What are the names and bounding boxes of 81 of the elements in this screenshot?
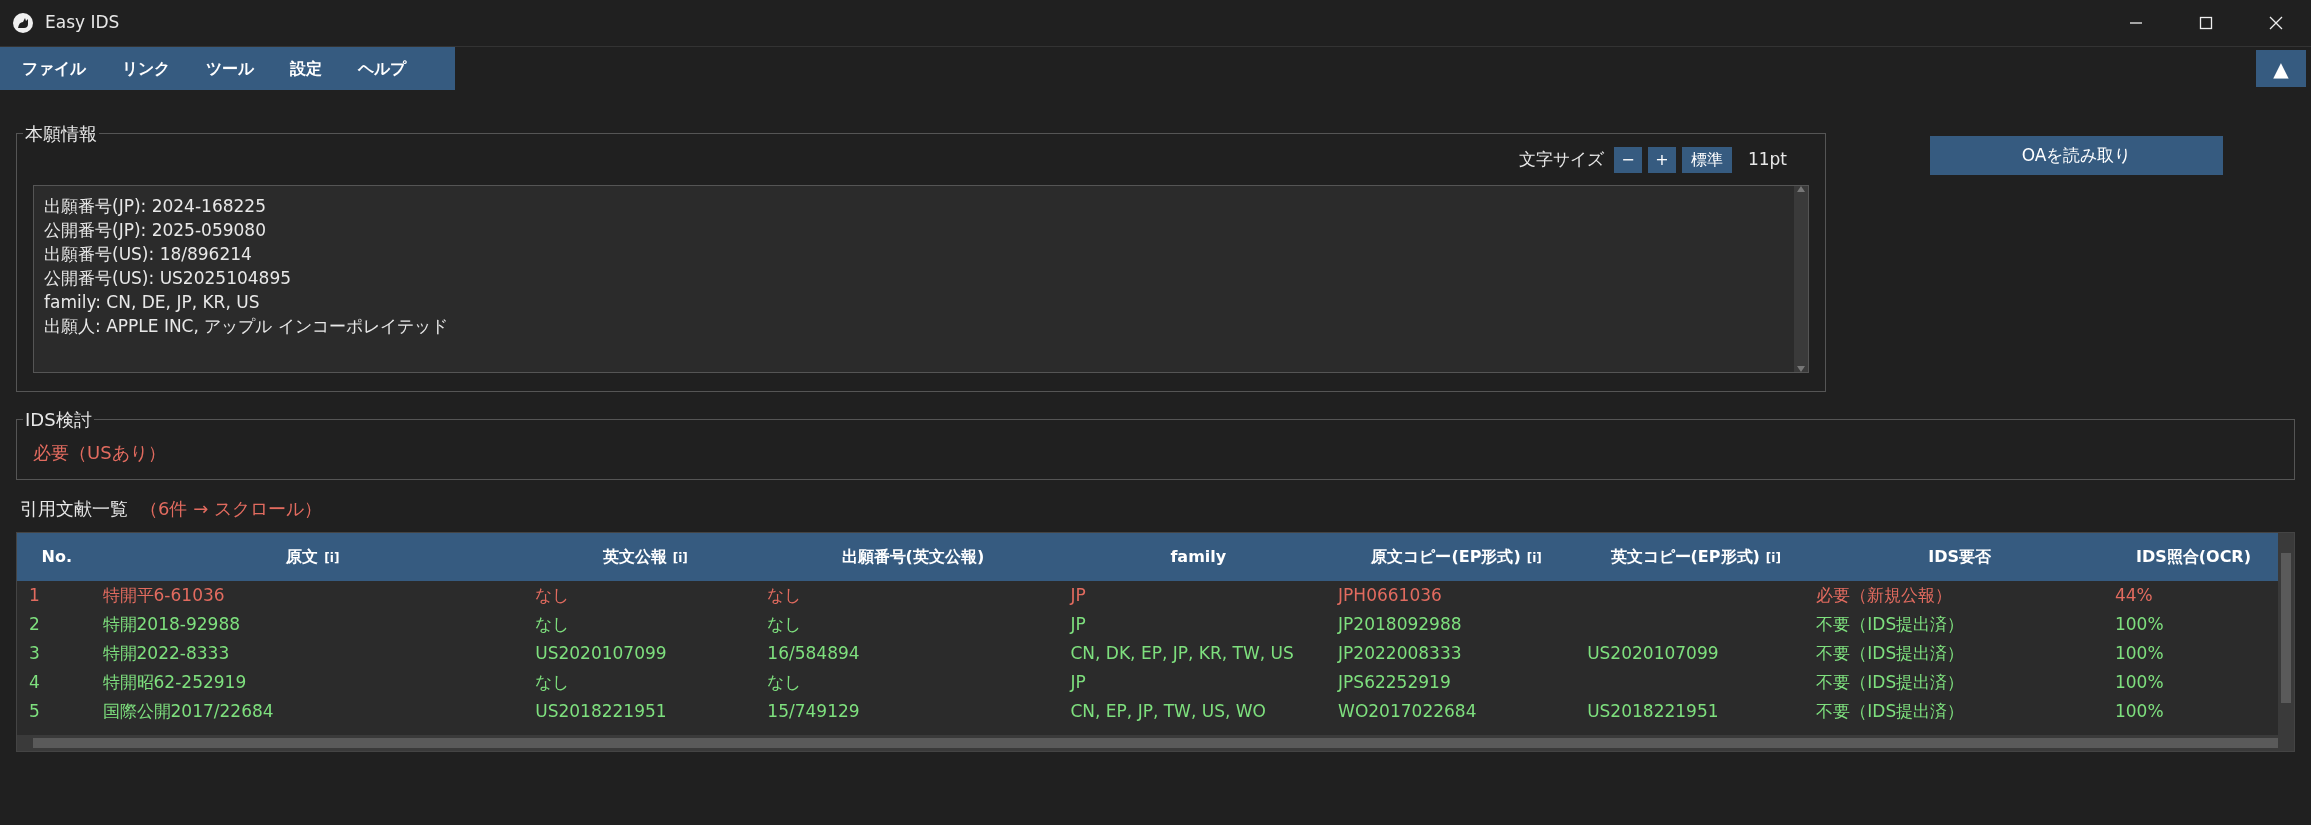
menu-item[interactable]: 設定 (276, 56, 336, 81)
table-cell: JP2018092988 (1338, 613, 1462, 634)
table-cell: なし (535, 584, 570, 605)
table-cell: 15/749129 (767, 700, 860, 721)
font-size-value: 11pt (1747, 148, 1787, 172)
read-oa-button[interactable]: OAを読み取り (1930, 136, 2223, 175)
table-cell: なし (535, 613, 570, 634)
info-line: 公開番号(US): US2025104895 (44, 267, 293, 290)
table-cell: なし (767, 613, 802, 634)
info-line: 出願番号(JP): 2024-168225 (44, 195, 267, 218)
column-header[interactable]: IDS要否 (1810, 533, 2109, 581)
table-cell: 44% (2114, 584, 2153, 605)
table-row[interactable]: 2 特開2018-92988 なし なし JP JP2018092988 不要（IDS提出済） 100% (17, 610, 2278, 639)
table-cell: なし (767, 671, 802, 692)
table-row[interactable]: 5 国際公開2017/22684 US2018221951 15/749129 CN, EP, JP, TW, US, WO WO2017022684 US2018221951 不要（IDS提出済） 100% (17, 697, 2278, 726)
column-header[interactable]: No. (17, 533, 97, 581)
table-cell: 特開2018-92988 (102, 613, 241, 634)
table-cell: 100% (2114, 613, 2164, 634)
table-row[interactable]: 1 特開平6-61036 なし なし JP JPH0661036 必要（新規公報） 44% (17, 581, 2278, 610)
table-cell: JP (1070, 671, 1086, 692)
column-header[interactable]: 出願番号(英文公報) (761, 533, 1065, 581)
column-header[interactable]: IDS照合(OCR) (2108, 533, 2278, 581)
table-row[interactable]: 3 特開2022-8333 US2020107099 16/584894 CN, DK, EP, JP, KR, TW, US JP2022008333 US2020107099 不要（IDS提出済） 100% (17, 639, 2278, 668)
column-header[interactable]: family (1064, 533, 1333, 581)
menu-item[interactable]: ファイル (8, 56, 100, 81)
font-size-button[interactable]: + (1647, 147, 1676, 173)
font-size-button[interactable]: 標準 (1681, 147, 1732, 173)
table-cell: US2018221951 (1587, 700, 1719, 721)
window-title: Easy IDS (45, 11, 120, 35)
table-cell: 100% (2114, 642, 2164, 663)
table-cell: US2020107099 (535, 642, 667, 663)
collapse-button[interactable]: ▲ (2256, 50, 2306, 87)
info-line: 出願人: APPLE INC, アップル インコーポレイテッド (44, 315, 449, 338)
table-cell: なし (767, 584, 802, 605)
table-cell: CN, EP, JP, TW, US, WO (1070, 700, 1266, 721)
table-cell: 3 (29, 642, 40, 663)
table-cell: 1 (29, 584, 40, 605)
table-cell: CN, DK, EP, JP, KR, TW, US (1070, 642, 1294, 663)
table-cell: JP (1070, 613, 1086, 634)
column-header[interactable]: 原文コピー(EP形式) [i] (1332, 533, 1582, 581)
menu-item[interactable]: ヘルプ (344, 56, 420, 81)
table-cell: JP (1070, 584, 1086, 605)
table-cell: 特開昭62-252919 (102, 671, 247, 692)
table-cell: 4 (29, 671, 40, 692)
table-cell: 必要（新規公報） (1816, 584, 1953, 605)
table-cell: US2020107099 (1587, 642, 1719, 663)
citation-count-note: （6件 → スクロール） (140, 496, 322, 521)
table-cell: 特開2022-8333 (102, 642, 230, 663)
table-cell: 国際公開2017/22684 (102, 700, 274, 721)
info-line: 出願番号(US): 18/896214 (44, 243, 253, 266)
font-size-button[interactable]: − (1613, 147, 1642, 173)
info-text-area[interactable]: 出願番号(JP): 2024-168225 公開番号(JP): 2025-059080 出願番号(US): 18/896214 公開番号(US): US2025104895 family: CN, DE, JP, KR, US 出願人: APPLE INC, アップル インコーポレイテッド (33, 185, 1809, 373)
table-cell: 不要（IDS提出済） (1816, 642, 1965, 663)
section-title: IDS検討 (24, 408, 93, 432)
table-cell: 不要（IDS提出済） (1816, 613, 1965, 634)
column-header[interactable]: 英文コピー(EP形式) [i] (1581, 533, 1811, 581)
column-header[interactable]: 原文 [i] (96, 533, 530, 581)
section-title: 本願情報 (24, 122, 98, 146)
table-cell: 5 (29, 700, 40, 721)
table-cell: WO2017022684 (1338, 700, 1477, 721)
menu-item[interactable]: ツール (192, 56, 268, 81)
table-row[interactable]: 4 特開昭62-252919 なし なし JP JPS62252919 不要（IDS提出済） 100% (17, 668, 2278, 697)
table-cell: 16/584894 (767, 642, 860, 663)
table-cell: なし (535, 671, 570, 692)
menu-item[interactable]: リンク (108, 56, 184, 81)
table-cell: JP2022008333 (1338, 642, 1462, 663)
table-cell: 100% (2114, 700, 2164, 721)
ids-review-result: 必要（USあり） (33, 441, 167, 465)
info-line: 公開番号(JP): 2025-059080 (44, 219, 267, 242)
table-cell: 特開平6-61036 (102, 584, 225, 605)
info-line: family: CN, DE, JP, KR, US (44, 291, 261, 314)
table-cell: 2 (29, 613, 40, 634)
column-header[interactable]: 英文公報 [i] (529, 533, 762, 581)
table-cell: 100% (2114, 671, 2164, 692)
table-cell: 不要（IDS提出済） (1816, 700, 1965, 721)
table-cell: JPS62252919 (1338, 671, 1451, 692)
section-title: 引用文献一覧 (20, 496, 128, 521)
table-cell: US2018221951 (535, 700, 667, 721)
table-cell: 不要（IDS提出済） (1816, 671, 1965, 692)
table-cell: JPH0661036 (1338, 584, 1442, 605)
font-size-label: 文字サイズ (1518, 148, 1604, 172)
